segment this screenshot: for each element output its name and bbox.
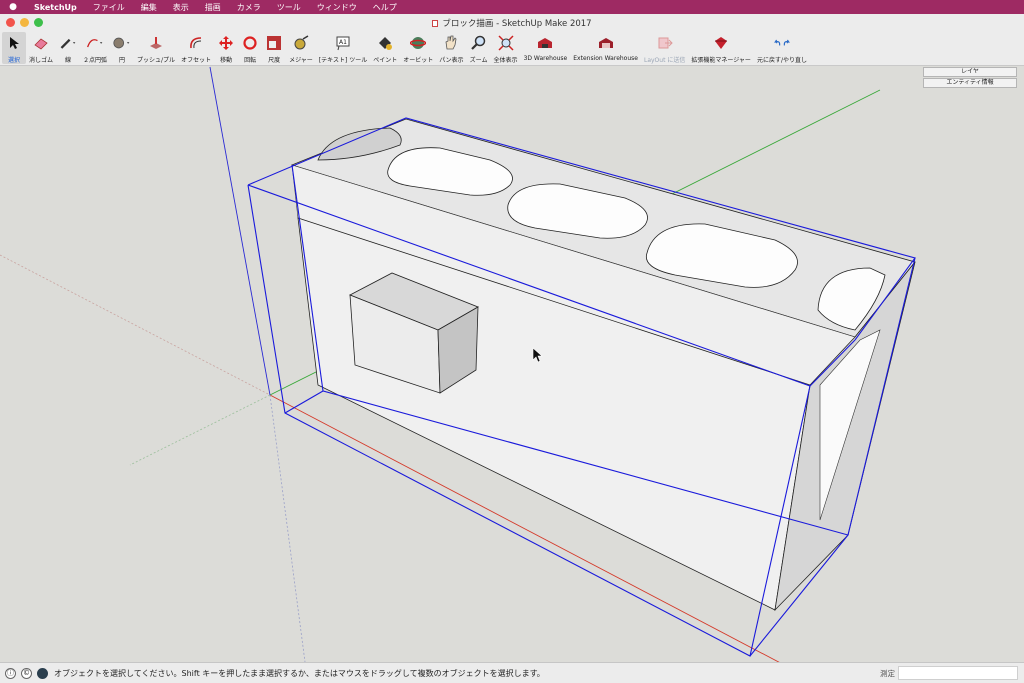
blue-axis-negative xyxy=(269,394,306,663)
concrete-block-model[interactable] xyxy=(290,118,916,612)
status-bar: ⓘ © オブジェクトを選択してください。Shift キーを押したまま選択するか、… xyxy=(0,662,1024,683)
green-axis-negative xyxy=(129,394,271,466)
red-axis-negative xyxy=(0,254,271,396)
default-tray: レイヤ エンティティ情報 xyxy=(923,67,1017,89)
blue-axis-positive xyxy=(209,66,271,396)
measurements-label: 測定 xyxy=(880,669,895,678)
entity-info-panel-button[interactable]: エンティティ情報 xyxy=(923,78,1017,88)
credits-icon[interactable]: © xyxy=(21,667,32,679)
model-canvas[interactable] xyxy=(0,0,1024,683)
geo-location-icon[interactable]: ⓘ xyxy=(5,667,16,679)
3d-viewport[interactable] xyxy=(0,66,1024,669)
layers-panel-button[interactable]: レイヤ xyxy=(923,67,1017,77)
status-message: オブジェクトを選択してください。Shift キーを押したまま選択するか、またはマ… xyxy=(54,668,545,678)
measurements-input[interactable] xyxy=(898,666,1018,680)
account-icon[interactable] xyxy=(37,667,48,679)
